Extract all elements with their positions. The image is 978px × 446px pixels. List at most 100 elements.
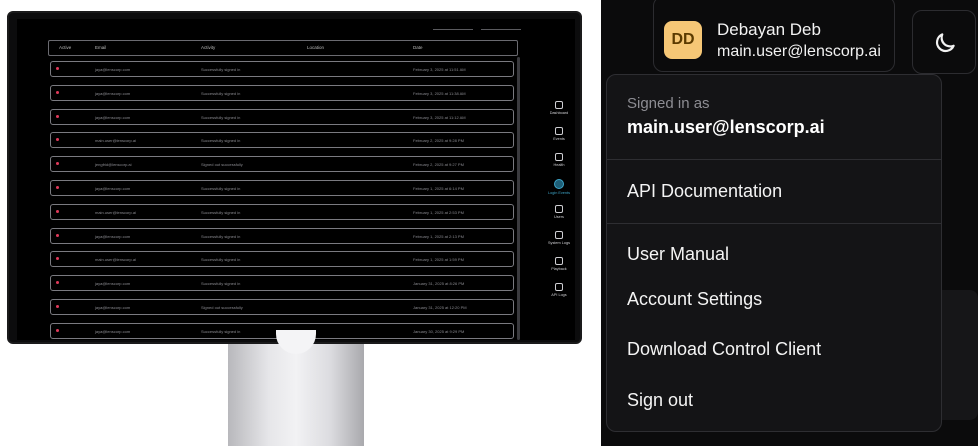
column-header-location: Location: [307, 45, 325, 50]
cell-activity: Successfully signed in: [201, 281, 241, 287]
sidebar-item-system-logs[interactable]: System Logs: [544, 231, 574, 245]
active-status-dot: [56, 162, 59, 166]
active-status-dot: [56, 257, 59, 261]
table-row[interactable]: main.user@lenscorp.ai Successfully signed…: [50, 251, 514, 268]
cell-activity: Successfully signed in: [201, 257, 241, 263]
column-header-date: Date: [413, 45, 423, 50]
cell-email: jaya@lenscorp.com: [95, 305, 131, 310]
events-icon: [555, 127, 563, 135]
cell-email: jaya@lenscorp.com: [95, 67, 131, 72]
avatar: DD: [664, 21, 702, 59]
topbar-line: [481, 29, 521, 30]
cell-email: jaya@lenscorp.com: [95, 281, 131, 287]
cell-date: February 3, 2025 at 11:38 AM: [413, 90, 466, 96]
sidebar-item-label: API Logs: [551, 293, 567, 297]
table-row[interactable]: jaya@lenscorp.com Successfully signed in F…: [50, 61, 514, 77]
menu-divider: [607, 223, 941, 224]
sidebar-item-label: System Logs: [548, 241, 570, 245]
cell-date: February 3, 2025 at 11:12 AM: [413, 114, 466, 120]
cell-date: February 3, 2025 at 11:51 AM: [413, 67, 466, 72]
sidebar-item-label: Dashboard: [549, 111, 569, 115]
cell-email: jaya@lenscorp.com: [95, 186, 131, 191]
sidebar-item-users[interactable]: Users: [544, 205, 574, 219]
health-icon: [555, 153, 563, 161]
monitor: Active Email Activity Location Date jaya…: [7, 11, 582, 344]
cell-activity: Successfully signed in: [201, 186, 241, 191]
sidebar-item-label: Login Events: [548, 191, 570, 195]
table-row[interactable]: jaya@lenscorp.com Successfully signed in J…: [50, 275, 514, 292]
active-status-dot: [56, 305, 59, 308]
cell-activity: Successfully signed in: [201, 138, 241, 144]
user-menu-crop: DD Debayan Deb main.user@lenscorp.ai Sig…: [601, 0, 978, 446]
topbar-line: [433, 29, 473, 30]
menu-item-sign-out[interactable]: Sign out: [627, 390, 693, 411]
sidebar-item-dashboard[interactable]: Dashboard: [544, 101, 574, 115]
cell-date: February 1, 2025 at 2:53 PM: [413, 209, 464, 215]
monitor-screen: Active Email Activity Location Date jaya…: [17, 19, 575, 340]
sidebar-item-health[interactable]: Health: [544, 153, 574, 167]
active-status-dot: [56, 233, 59, 237]
sidebar-item-label: Users: [554, 215, 564, 219]
theme-toggle-button[interactable]: [912, 10, 976, 74]
cell-activity: Signed out successfully: [201, 305, 243, 310]
cell-activity: Successfully signed in: [201, 114, 241, 120]
sidebar-item-label: Health: [553, 163, 565, 167]
sidebar-item-label: Events: [553, 137, 565, 141]
column-header-email: Email: [95, 45, 107, 50]
cell-date: February 1, 2025 at 1:59 PM: [413, 257, 464, 263]
login-events-icon: [554, 179, 564, 189]
cell-date: February 1, 2025 at 6:14 PM: [413, 186, 464, 191]
menu-item-account-settings[interactable]: Account Settings: [627, 289, 762, 310]
cell-email: jaya@lenscorp.com: [95, 90, 131, 96]
active-status-dot: [56, 281, 59, 285]
column-header-active: Active: [59, 45, 72, 50]
cell-email: jaya@lenscorp.com: [95, 233, 131, 239]
sidebar-item-api-logs[interactable]: API Logs: [544, 283, 574, 297]
menu-item-user-manual[interactable]: User Manual: [627, 244, 729, 265]
api-logs-icon: [555, 283, 563, 291]
sidebar-item-label: Playback: [551, 267, 567, 271]
table-row[interactable]: jaya@lenscorp.com Signed out successfully…: [50, 299, 514, 315]
cell-email: jaya@lenscorp.com: [95, 114, 131, 120]
cell-activity: Signed out successfully: [201, 162, 243, 168]
system-logs-icon: [555, 231, 563, 239]
active-status-dot: [56, 67, 59, 70]
table-row[interactable]: jaya@lenscorp.com Successfully signed in F…: [50, 108, 514, 125]
sidebar-item-playback[interactable]: Playback: [544, 257, 574, 271]
moon-icon: [935, 33, 955, 53]
monitor-stand: [228, 340, 364, 446]
table-row[interactable]: main.user@lenscorp.ai Successfully signed…: [50, 132, 514, 149]
playback-icon: [555, 257, 563, 265]
cell-date: February 1, 2025 at 2:13 PM: [413, 233, 464, 239]
active-status-dot: [56, 328, 59, 332]
table-row[interactable]: jaya@lenscorp.com Successfully signed in F…: [50, 84, 514, 101]
dashboard-icon: [555, 101, 563, 109]
active-status-dot: [56, 209, 59, 213]
active-status-dot: [56, 90, 59, 94]
signed-in-email: main.user@lenscorp.ai: [627, 117, 825, 137]
cell-activity: Successfully signed in: [201, 67, 241, 72]
menu-item-api-documentation[interactable]: API Documentation: [627, 181, 782, 202]
cell-activity: Successfully signed in: [201, 328, 241, 334]
column-header-activity: Activity: [201, 45, 216, 50]
signed-in-label: Signed in as: [627, 95, 710, 112]
menu-item-download-control-client[interactable]: Download Control Client: [627, 339, 821, 360]
cell-date: February 2, 2025 at 9:28 PM: [413, 138, 464, 144]
cell-email: main.user@lenscorp.ai: [95, 209, 136, 215]
sidebar-item-login-events[interactable]: Login Events: [544, 179, 574, 195]
table-row[interactable]: jaya@lenscorp.com Successfully signed in F…: [50, 227, 514, 244]
table-row[interactable]: jengfrid@lenscorp.ai Signed out successfu…: [50, 156, 514, 173]
menu-divider: [607, 159, 941, 160]
table-row[interactable]: jaya@lenscorp.com Successfully signed in F…: [50, 180, 514, 196]
table-row[interactable]: main.user@lenscorp.ai Successfully signed…: [50, 203, 514, 220]
cell-date: January 31, 2025 at 8:26 PM: [413, 281, 465, 287]
user-email: main.user@lenscorp.ai: [717, 43, 881, 60]
user-name: Debayan Deb: [717, 20, 821, 39]
cell-activity: Successfully signed in: [201, 209, 241, 215]
login-events-table-header: Active Email Activity Location Date: [48, 40, 518, 56]
sidebar-item-events[interactable]: Events: [544, 127, 574, 141]
active-status-dot: [56, 186, 59, 189]
cell-email: jengfrid@lenscorp.ai: [95, 162, 132, 168]
cell-activity: Successfully signed in: [201, 90, 241, 96]
table-scrollbar[interactable]: [517, 57, 520, 340]
